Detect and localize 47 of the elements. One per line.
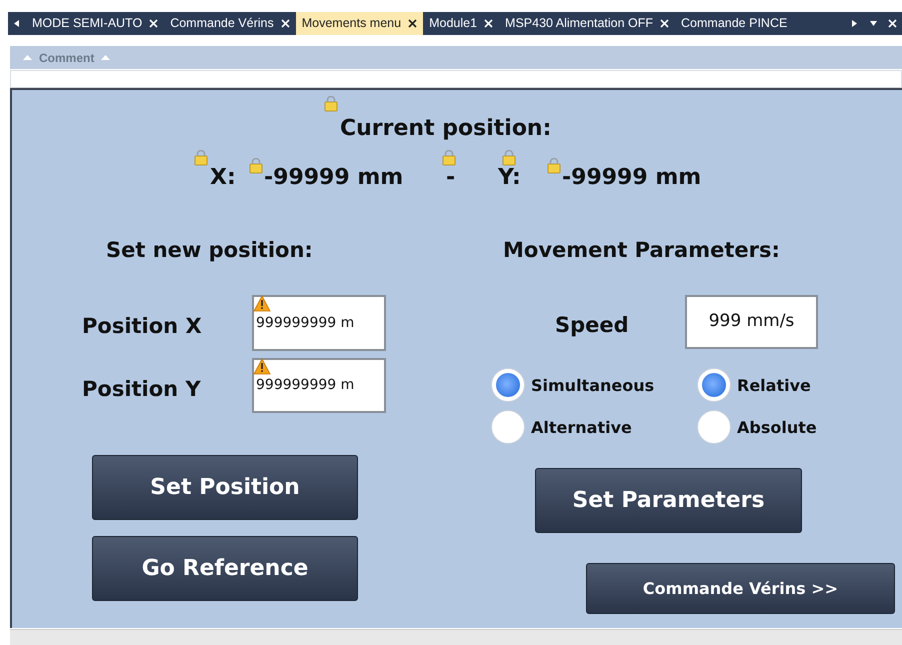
section-heading: Set new position: bbox=[106, 237, 313, 264]
coordinate-value: -99999 mm bbox=[264, 164, 404, 192]
coordinate-label: X: bbox=[210, 164, 236, 192]
section-heading: Movement Parameters: bbox=[503, 237, 780, 264]
radio-button[interactable] bbox=[697, 368, 731, 402]
scroll-left-icon[interactable] bbox=[12, 19, 22, 28]
lock-icon bbox=[249, 158, 263, 174]
scroll-right-icon[interactable] bbox=[850, 19, 859, 28]
tab[interactable]: Commande PINCE bbox=[675, 12, 794, 35]
radio-button[interactable] bbox=[491, 368, 525, 402]
action-button[interactable]: Commande Vérins >> bbox=[586, 563, 895, 614]
lock-icon bbox=[442, 150, 456, 166]
action-button[interactable]: Set Position bbox=[92, 455, 358, 520]
lock-icon bbox=[324, 96, 338, 112]
tab[interactable]: MODE SEMI-AUTO bbox=[26, 12, 164, 35]
input-field[interactable]: 999999999 m bbox=[252, 295, 386, 351]
separator-text: - bbox=[446, 164, 456, 192]
radio-label: Alternative bbox=[531, 417, 632, 439]
radio-label: Absolute bbox=[737, 417, 817, 439]
field-label: Position X bbox=[82, 313, 202, 340]
radio-button[interactable] bbox=[491, 410, 525, 444]
coordinate-label: Y: bbox=[498, 164, 521, 192]
comment-field[interactable] bbox=[10, 70, 902, 88]
warning-icon bbox=[253, 358, 271, 375]
warning-icon bbox=[253, 295, 271, 312]
field-label: Speed bbox=[555, 312, 629, 339]
action-button[interactable]: Set Parameters bbox=[535, 468, 802, 533]
section-title: Current position: bbox=[340, 115, 552, 143]
radio-button[interactable] bbox=[697, 410, 731, 444]
radio-label: Relative bbox=[737, 375, 811, 397]
tab[interactable]: Commande Vérins bbox=[164, 12, 296, 35]
input-field[interactable]: 999999999 m bbox=[252, 358, 386, 413]
comment-label: Comment bbox=[39, 50, 94, 66]
close-icon[interactable] bbox=[408, 19, 418, 28]
radio-label: Simultaneous bbox=[531, 375, 654, 397]
tab[interactable]: Module1 bbox=[423, 12, 500, 35]
input-field[interactable]: 999 mm/s bbox=[685, 295, 818, 349]
scrollbar[interactable] bbox=[10, 629, 902, 645]
tab[interactable]: Movements menu bbox=[296, 12, 424, 35]
action-button[interactable]: Go Reference bbox=[92, 536, 358, 601]
field-label: Position Y bbox=[82, 376, 201, 403]
lock-icon bbox=[502, 150, 516, 166]
tab[interactable]: MSP430 Alimentation OFF bbox=[499, 12, 676, 35]
lock-icon bbox=[194, 150, 208, 166]
coordinate-value: -99999 mm bbox=[562, 164, 702, 192]
lock-icon bbox=[547, 158, 561, 174]
dropdown-icon[interactable] bbox=[869, 19, 878, 28]
